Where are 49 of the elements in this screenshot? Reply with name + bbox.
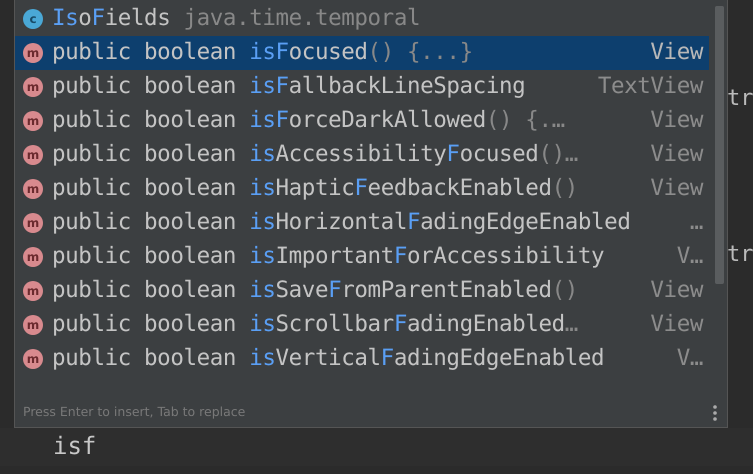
completion-signature: public boolean isHorizontalFadingEdgeEnabled (52, 208, 630, 238)
type-label: View (650, 106, 703, 136)
method-icon: m (23, 213, 43, 233)
type-label: V… (676, 344, 703, 374)
method-icon: m (23, 315, 43, 335)
type-label: View (650, 276, 703, 306)
method-icon: m (23, 111, 43, 131)
scrollbar-thumb[interactable] (715, 6, 724, 284)
completion-item[interactable]: m public boolean isFallbackLineSpacing TextView (15, 70, 709, 104)
type-label: TextView (598, 72, 703, 102)
completion-item[interactable]: m public boolean isImportantForAccessibility V… (15, 240, 709, 274)
completion-item[interactable]: m public boolean isHorizontalFadingEdgeEnabled … (15, 206, 709, 240)
completion-signature: public boolean isSaveFromParentEnabled() (52, 276, 578, 306)
completion-signature: public boolean isImportantForAccessibility (52, 242, 604, 272)
type-label: View (650, 310, 703, 340)
completion-item[interactable]: m public boolean isForceDarkAllowed() {.… View (15, 104, 709, 138)
method-icon: m (23, 43, 43, 63)
class-icon: c (23, 9, 43, 29)
type-label: View (650, 174, 703, 204)
method-icon: m (23, 77, 43, 97)
completion-signature: public boolean isScrollbarFadingEnabled… (52, 310, 578, 340)
completion-item[interactable]: m public boolean isHapticFeedbackEnabled() View (15, 172, 709, 206)
more-options-icon[interactable] (713, 404, 717, 420)
method-icon: m (23, 281, 43, 301)
completion-item[interactable]: m public boolean isFocused() {...} View (15, 36, 709, 70)
hint-text: Press Enter to insert, Tab to replace (23, 403, 246, 422)
code-text: tr (727, 85, 753, 113)
completion-item[interactable]: c IsoFields java.time.temporal (15, 2, 709, 36)
completion-signature: public boolean isFocused() {...} (52, 38, 473, 68)
method-icon: m (23, 349, 43, 369)
completion-item[interactable]: m public boolean isScrollbarFadingEnabled… View (15, 308, 709, 342)
completion-signature: public boolean isAccessibilityFocused()… (52, 140, 578, 170)
completion-item[interactable]: m public boolean isVerticalFadingEdgeEnabled V… (15, 342, 709, 376)
type-label: … (690, 208, 703, 238)
completion-signature: public boolean isHapticFeedbackEnabled() (52, 174, 578, 204)
type-label: View (650, 38, 703, 68)
completion-signature: IsoFields java.time.temporal (52, 4, 420, 34)
completion-signature: public boolean isVerticalFadingEdgeEnabled (52, 344, 604, 374)
method-icon: m (23, 145, 43, 165)
completion-signature: public boolean isForceDarkAllowed() {.… (52, 106, 565, 136)
type-label: V… (676, 242, 703, 272)
method-icon: m (23, 247, 43, 267)
completion-item[interactable]: m public boolean isAccessibilityFocused()… View (15, 138, 709, 172)
method-icon: m (23, 179, 43, 199)
completion-signature: public boolean isFallbackLineSpacing (52, 72, 526, 102)
completion-item[interactable]: m public boolean isSaveFromParentEnabled() View (15, 274, 709, 308)
code-text: tr (727, 241, 753, 269)
type-label: View (650, 140, 703, 170)
typed-text: isf (53, 432, 96, 460)
